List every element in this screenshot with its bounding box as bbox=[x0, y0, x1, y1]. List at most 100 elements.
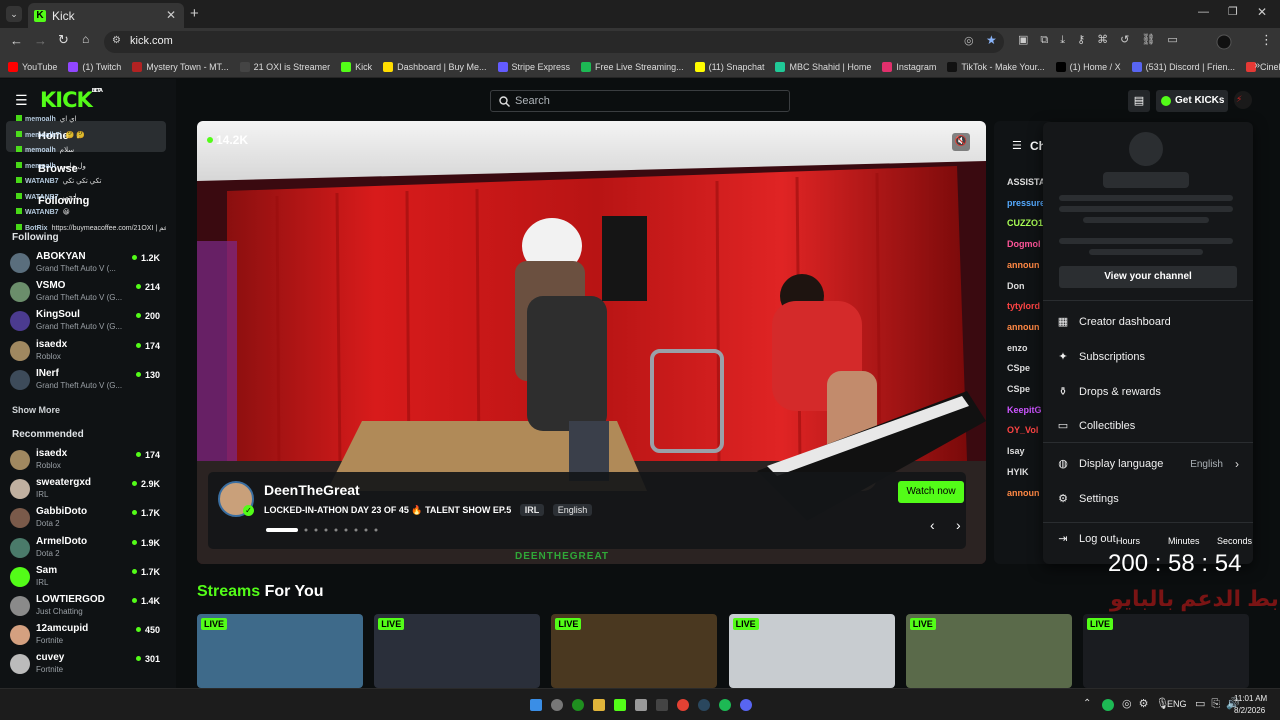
chat-message-user[interactable]: pressure bbox=[1007, 198, 1045, 208]
url-text[interactable]: kick.com bbox=[130, 35, 173, 47]
bookmark-item[interactable]: (1) Twitch bbox=[68, 61, 121, 72]
stream-thumbnail[interactable]: LIVE bbox=[197, 614, 363, 688]
watch-now-button[interactable]: Watch now bbox=[898, 481, 964, 503]
view-channel-button[interactable]: View your channel bbox=[1059, 266, 1237, 288]
bookmark-star-icon[interactable]: ★ bbox=[986, 33, 997, 47]
sidebar-channel-item[interactable]: Sam IRL 1.7K bbox=[10, 563, 160, 591]
discord-icon[interactable] bbox=[740, 699, 752, 711]
bookmark-item[interactable]: YouTube bbox=[8, 61, 57, 72]
chat-message-user[interactable]: CSpe bbox=[1007, 384, 1030, 394]
sidebar-channel-item[interactable]: ABOKYAN Grand Theft Auto V (... 1.2K bbox=[10, 249, 160, 277]
sidebar-channel-item[interactable]: ArmelDoto Dota 2 1.9K bbox=[10, 534, 160, 562]
tag-irl[interactable]: IRL bbox=[519, 504, 545, 516]
new-tab-button[interactable]: + bbox=[190, 5, 199, 22]
stream-thumbnail[interactable]: LIVE bbox=[374, 614, 541, 688]
show-more-link[interactable]: Show More bbox=[12, 405, 60, 415]
chat-message-user[interactable]: ASSISTA bbox=[1007, 177, 1045, 187]
steam-icon[interactable] bbox=[698, 699, 710, 711]
taskbar-app-icon[interactable] bbox=[656, 699, 668, 711]
close-tab-icon[interactable]: ✕ bbox=[166, 8, 176, 22]
reload-icon[interactable]: ↻ bbox=[58, 32, 69, 48]
stream-thumbnail[interactable]: LIVE bbox=[905, 614, 1072, 688]
file-explorer-icon[interactable] bbox=[593, 699, 605, 711]
bookmark-item[interactable]: Instagram bbox=[882, 61, 936, 72]
sidebar-channel-item[interactable]: VSMO Grand Theft Auto V (G... 214 bbox=[10, 278, 160, 306]
bookmark-item[interactable]: Stripe Express bbox=[497, 61, 570, 72]
get-kicks-button[interactable]: Get KICKs bbox=[1156, 90, 1228, 112]
maximize-button[interactable]: ❐ bbox=[1228, 5, 1238, 18]
minimize-button[interactable]: — bbox=[1198, 6, 1209, 18]
taskbar-app-icon[interactable] bbox=[635, 699, 647, 711]
carousel-next-icon[interactable]: › bbox=[956, 517, 961, 533]
back-icon[interactable]: ← bbox=[10, 33, 23, 48]
browser-tab-kick[interactable]: K Kick ✕ bbox=[28, 3, 184, 28]
bookmark-item[interactable]: Free Live Streaming... bbox=[581, 61, 684, 72]
clock-date[interactable]: 8/2/2026 bbox=[1234, 706, 1265, 715]
sidebar-channel-item[interactable]: cuvey Fortnite 301 bbox=[10, 650, 160, 678]
forward-icon[interactable]: → bbox=[34, 33, 47, 48]
sidebar-channel-item[interactable]: isaedx Roblox 174 bbox=[10, 446, 160, 474]
tray-spotify-icon[interactable] bbox=[1102, 699, 1114, 711]
featured-stream-player[interactable]: 14.2K 🔇 ✓ DeenTheGreat LOCKED-IN-ATHON D… bbox=[197, 121, 986, 564]
close-window-button[interactable]: ✕ bbox=[1257, 5, 1267, 19]
browser-menu-icon[interactable]: ⋮ bbox=[1260, 32, 1273, 48]
tab-list-button[interactable]: ⌄ bbox=[6, 6, 22, 22]
kick-app-icon[interactable] bbox=[614, 699, 626, 711]
chat-message-user[interactable]: OY_Vol bbox=[1007, 425, 1038, 435]
bookmark-item[interactable]: (1) Home / X bbox=[1055, 61, 1121, 72]
kick-logo[interactable]: KICKBETA bbox=[40, 88, 103, 112]
bookmark-item[interactable]: TikTok - Make Your... bbox=[947, 61, 1045, 72]
menu-item-display-language[interactable]: ◍ Display language English › bbox=[1057, 454, 1243, 474]
bookmark-item[interactable]: Mystery Town - MT... bbox=[132, 61, 229, 72]
user-avatar[interactable]: ⚡ bbox=[1234, 91, 1252, 109]
tag-english[interactable]: English bbox=[552, 504, 593, 516]
chrome-icon[interactable] bbox=[677, 699, 689, 711]
sidebar-channel-item[interactable]: INerf Grand Theft Auto V (G... 130 bbox=[10, 366, 160, 394]
bookmark-item[interactable]: Dashboard | Buy Me... bbox=[383, 61, 487, 72]
bookmark-item[interactable]: Kick bbox=[341, 61, 372, 72]
chat-message-user[interactable]: CSpe bbox=[1007, 363, 1030, 373]
menu-item-collectibles[interactable]: ▭ Collectibles bbox=[1057, 416, 1243, 436]
sidebar-channel-item[interactable]: 12amcupid Fortnite 450 bbox=[10, 621, 160, 649]
chat-message-user[interactable]: Isay bbox=[1007, 446, 1025, 456]
chat-message-user[interactable]: Don bbox=[1007, 281, 1025, 291]
chat-message-user[interactable]: HYIK bbox=[1007, 467, 1029, 477]
bookmark-item[interactable]: 21 OXI is Streamer bbox=[239, 61, 330, 72]
bookmark-item[interactable]: (11) Snapchat bbox=[694, 61, 764, 72]
bookmark-item[interactable]: MBC Shahid | Home bbox=[775, 61, 871, 72]
site-info-icon[interactable]: ⚙ bbox=[112, 35, 121, 46]
chat-message-user[interactable]: announ bbox=[1007, 260, 1040, 270]
language-indicator[interactable]: ENG bbox=[1167, 699, 1187, 709]
menu-item-subscriptions[interactable]: ✦ Subscriptions bbox=[1057, 347, 1243, 367]
taskbar-app-icon[interactable] bbox=[551, 699, 563, 711]
sidebar-channel-item[interactable]: isaedx Roblox 174 bbox=[10, 337, 160, 365]
menu-item-settings[interactable]: ⚙ Settings bbox=[1057, 489, 1243, 509]
address-bar[interactable]: ⚙ kick.com ◎ ★ bbox=[104, 31, 1004, 53]
sidebar-channel-item[interactable]: sweatergxd IRL 2.9K bbox=[10, 475, 160, 503]
menu-item-creator-dashboard[interactable]: ▦ Creator dashboard bbox=[1057, 312, 1243, 332]
search-input[interactable]: Search bbox=[490, 90, 790, 112]
stream-thumbnail[interactable]: LIVE bbox=[1083, 614, 1249, 688]
bookmark-item[interactable]: (531) Discord | Frien... bbox=[1131, 61, 1235, 72]
xbox-icon[interactable] bbox=[572, 699, 584, 711]
tray-chevron-icon[interactable]: ⌃ bbox=[1083, 698, 1091, 709]
chat-message-user[interactable]: enzo bbox=[1007, 343, 1028, 353]
wallet-button[interactable]: ▤ bbox=[1128, 90, 1150, 112]
clock-time[interactable]: 11:01 AM bbox=[1234, 694, 1267, 703]
chat-message-user[interactable]: Dogmol bbox=[1007, 239, 1041, 249]
toolbar-extensions-icons[interactable]: ▣⧉⤓⚷⌘↺⛓▭ bbox=[1018, 33, 1190, 47]
spotify-icon[interactable] bbox=[719, 699, 731, 711]
menu-item-drops-rewards[interactable]: ⚱ Drops & rewards bbox=[1057, 382, 1243, 402]
profile-avatar-icon[interactable] bbox=[1216, 34, 1232, 50]
eye-off-icon[interactable]: ◎ bbox=[964, 34, 974, 47]
sidebar-channel-item[interactable]: KingSoul Grand Theft Auto V (G... 200 bbox=[10, 307, 160, 335]
mute-button[interactable]: 🔇 bbox=[952, 133, 970, 151]
stream-thumbnail[interactable]: LIVE bbox=[728, 614, 895, 688]
hamburger-menu-icon[interactable]: ☰ bbox=[15, 92, 28, 109]
stream-thumbnail[interactable]: LIVE bbox=[551, 614, 718, 688]
streamer-name[interactable]: DeenTheGreat bbox=[264, 482, 360, 498]
chat-menu-icon[interactable]: ☰ bbox=[1012, 139, 1022, 152]
chat-message-user[interactable]: tytylord bbox=[1007, 301, 1040, 311]
bookmarks-overflow-icon[interactable]: » bbox=[1254, 60, 1260, 71]
start-button[interactable] bbox=[530, 699, 542, 711]
